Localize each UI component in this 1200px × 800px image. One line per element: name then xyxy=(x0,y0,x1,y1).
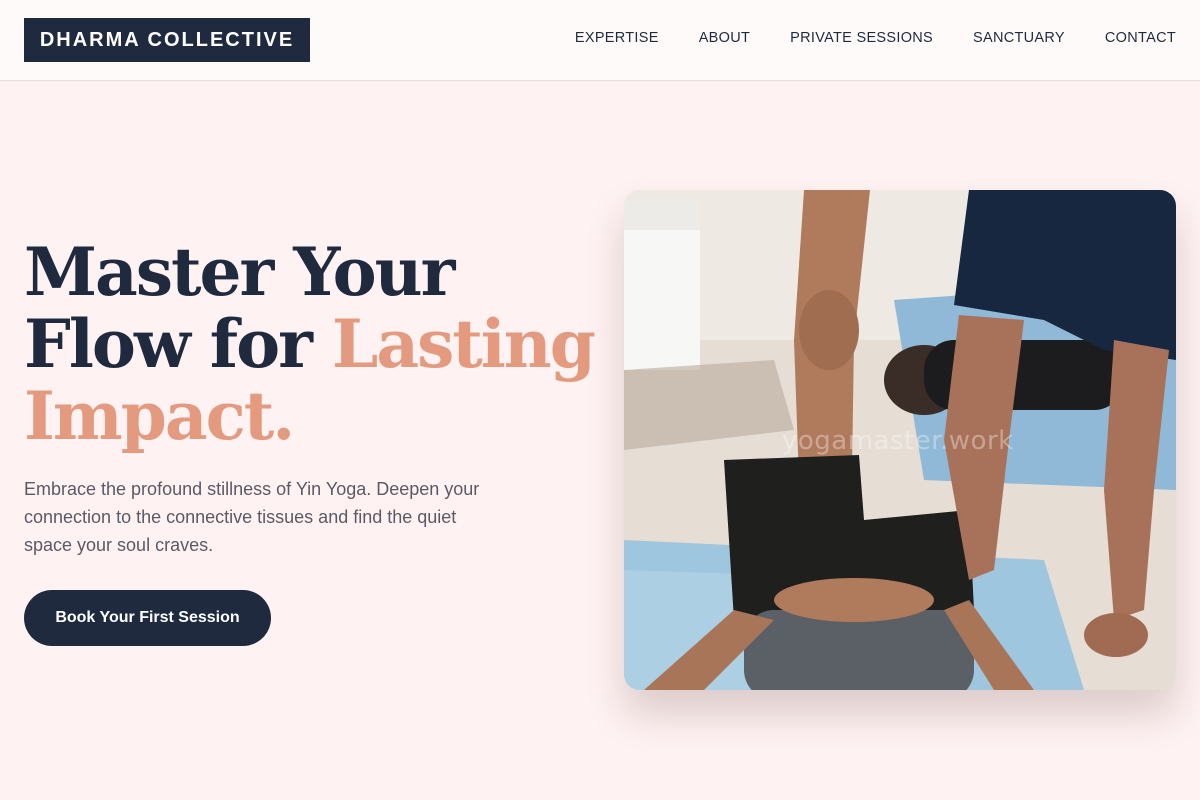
nav-item-about[interactable]: ABOUT xyxy=(699,30,750,46)
site-logo[interactable]: DHARMA COLLECTIVE xyxy=(24,18,310,62)
nav-item-sanctuary[interactable]: SANCTUARY xyxy=(973,30,1065,46)
hero-headline: Master Your Flow for Lasting Impact. xyxy=(24,236,604,452)
yoga-assist-illustration xyxy=(624,190,1176,690)
main-nav: EXPERTISE ABOUT PRIVATE SESSIONS SANCTUA… xyxy=(575,30,1176,46)
hero-photo: yogamaster.work xyxy=(624,190,1176,690)
nav-item-contact[interactable]: CONTACT xyxy=(1105,30,1176,46)
nav-item-private-sessions[interactable]: PRIVATE SESSIONS xyxy=(790,30,933,46)
nav-item-expertise[interactable]: EXPERTISE xyxy=(575,30,659,46)
hero-subtext: Embrace the profound stillness of Yin Yo… xyxy=(24,479,480,555)
book-session-button[interactable]: Book Your First Session xyxy=(24,590,271,646)
site-header: DHARMA COLLECTIVE EXPERTISE ABOUT PRIVAT… xyxy=(0,0,1200,81)
